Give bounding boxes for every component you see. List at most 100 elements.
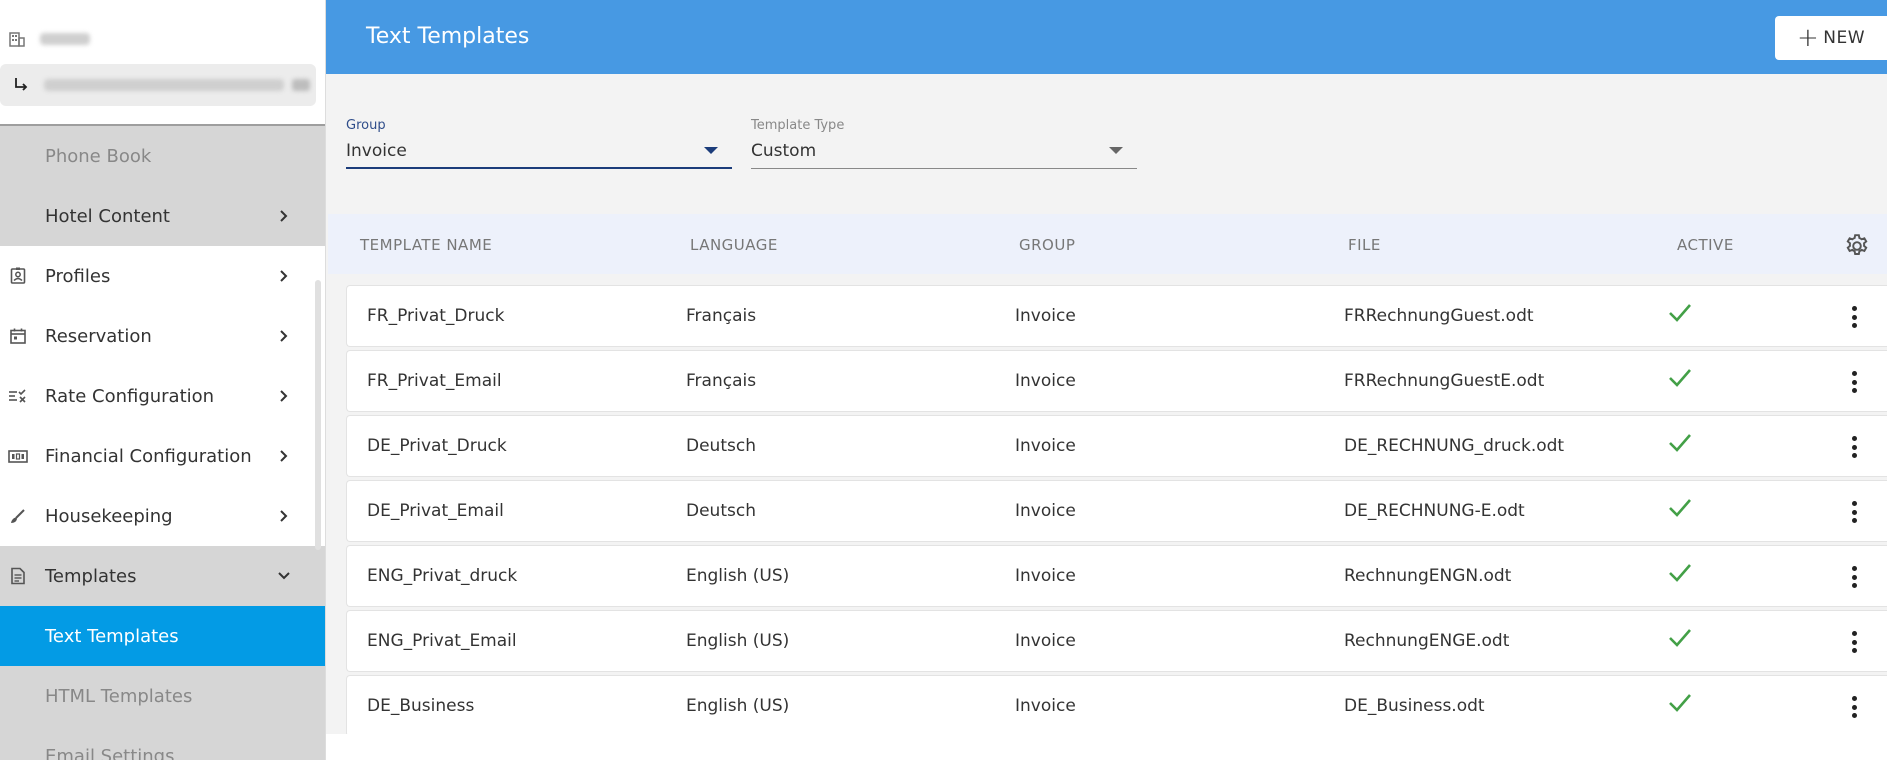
sidebar-item-label: Phone Book — [45, 145, 152, 167]
template-table-body: FR_Privat_Druck Français Invoice FRRechn… — [346, 285, 1887, 740]
sidebar-item-label: Templates — [45, 565, 137, 587]
sidebar-item-label: Profiles — [45, 265, 111, 287]
cell-group: Invoice — [1015, 501, 1076, 521]
document-icon — [8, 566, 28, 586]
table-row[interactable]: ENG_Privat_Email English (US) Invoice Re… — [346, 610, 1887, 672]
sidebar-item-hotel-content[interactable]: Hotel Content — [0, 186, 325, 246]
chevron-right-icon — [276, 328, 292, 344]
template-type-select-value-box[interactable]: Custom — [751, 141, 1137, 169]
sidebar-item-templates[interactable]: Templates — [0, 546, 325, 606]
table-footer-strip — [326, 734, 1887, 760]
table-row[interactable]: DE_Privat_Druck Deutsch Invoice DE_RECHN… — [346, 415, 1887, 477]
sidebar-item-housekeeping[interactable]: Housekeeping — [0, 486, 325, 546]
cell-language: Français — [686, 371, 757, 391]
group-select-value-box[interactable]: Invoice — [346, 141, 732, 169]
sidebar-item-reservation[interactable]: Reservation — [0, 306, 325, 366]
more-vert-icon[interactable] — [1851, 436, 1857, 458]
column-header-active[interactable]: ACTIVE — [1677, 236, 1734, 254]
sidebar-item-label: Rate Configuration — [45, 385, 215, 407]
sidebar-item-label: Housekeeping — [45, 505, 173, 527]
building-icon — [8, 30, 26, 48]
cell-language: English (US) — [686, 566, 790, 586]
sidebar-item-email-settings[interactable]: Email Settings — [0, 726, 325, 760]
dropdown-arrow-icon — [1109, 147, 1123, 154]
chevron-right-icon — [276, 208, 292, 224]
chevron-right-icon — [276, 448, 292, 464]
more-vert-icon[interactable] — [1851, 696, 1857, 718]
cell-group: Invoice — [1015, 306, 1076, 326]
more-vert-icon[interactable] — [1851, 501, 1857, 523]
table-row[interactable]: FR_Privat_Email Français Invoice FRRechn… — [346, 350, 1887, 412]
check-icon — [1667, 365, 1693, 391]
profile-badge-icon — [8, 266, 28, 286]
column-header-template-name[interactable]: TEMPLATE NAME — [360, 236, 492, 254]
table-row[interactable]: DE_Privat_Email Deutsch Invoice DE_RECHN… — [346, 480, 1887, 542]
cell-language: Français — [686, 306, 757, 326]
template-type-select-value: Custom — [751, 141, 817, 161]
sidebar-item-phone-book[interactable]: Phone Book — [0, 126, 325, 186]
table-row[interactable]: ENG_Privat_druck English (US) Invoice Re… — [346, 545, 1887, 607]
cell-template-name: FR_Privat_Email — [367, 371, 502, 391]
sub-property-selector[interactable] — [0, 64, 316, 106]
new-template-button[interactable]: + NEW — [1775, 16, 1887, 60]
cell-template-name: DE_Privat_Email — [367, 501, 504, 521]
cell-template-name: DE_Business — [367, 696, 475, 716]
more-vert-icon[interactable] — [1851, 566, 1857, 588]
cell-file: RechnungENGE.odt — [1344, 631, 1510, 651]
more-vert-icon[interactable] — [1851, 631, 1857, 653]
subdirectory-arrow-icon — [12, 76, 30, 94]
check-icon — [1667, 300, 1693, 326]
money-icon — [8, 446, 28, 466]
table-header: TEMPLATE NAME LANGUAGE GROUP FILE ACTIVE — [328, 214, 1887, 274]
cell-file: FRRechnungGuestE.odt — [1344, 371, 1545, 391]
cell-file: RechnungENGN.odt — [1344, 566, 1512, 586]
property-name-redacted — [40, 33, 90, 45]
more-vert-icon[interactable] — [1851, 371, 1857, 393]
column-header-file[interactable]: FILE — [1348, 236, 1381, 254]
cell-file: DE_Business.odt — [1344, 696, 1485, 716]
sidebar-scrollbar[interactable] — [315, 280, 321, 550]
cell-group: Invoice — [1015, 436, 1076, 456]
cell-file: DE_RECHNUNG_druck.odt — [1344, 436, 1565, 456]
table-row[interactable]: DE_Business English (US) Invoice DE_Busi… — [346, 675, 1887, 737]
cell-language: English (US) — [686, 631, 790, 651]
cell-template-name: FR_Privat_Druck — [367, 306, 505, 326]
sidebar-item-html-templates[interactable]: HTML Templates — [0, 666, 325, 726]
sidebar-item-label: Email Settings — [45, 745, 175, 760]
template-type-select[interactable]: Template Type Custom — [751, 118, 1137, 169]
check-icon — [1667, 560, 1693, 586]
chevron-right-icon — [276, 508, 292, 524]
cell-group: Invoice — [1015, 371, 1076, 391]
sidebar-item-label: Text Templates — [45, 625, 179, 647]
brush-icon — [8, 506, 28, 526]
cell-template-name: DE_Privat_Druck — [367, 436, 507, 456]
sidebar-item-financial-configuration[interactable]: Financial Configuration — [0, 426, 325, 486]
column-header-language[interactable]: LANGUAGE — [690, 236, 778, 254]
calendar-icon — [8, 326, 28, 346]
cell-language: Deutsch — [686, 436, 756, 456]
sidebar-item-label: Hotel Content — [45, 205, 170, 227]
sidebar-item-profiles[interactable]: Profiles — [0, 246, 325, 306]
sidebar-item-rate-configuration[interactable]: Rate Configuration — [0, 366, 325, 426]
sub-property-badge-redacted — [292, 79, 310, 91]
more-vert-icon[interactable] — [1851, 306, 1857, 328]
table-row[interactable]: FR_Privat_Druck Français Invoice FRRechn… — [346, 285, 1887, 347]
check-icon — [1667, 430, 1693, 456]
group-select[interactable]: Group Invoice — [346, 118, 732, 169]
cell-language: English (US) — [686, 696, 790, 716]
sidebar-item-text-templates[interactable]: Text Templates — [0, 606, 325, 666]
check-icon — [1667, 625, 1693, 651]
cell-template-name: ENG_Privat_druck — [367, 566, 518, 586]
property-selector[interactable] — [0, 18, 325, 60]
column-header-group[interactable]: GROUP — [1019, 236, 1075, 254]
chevron-right-icon — [276, 388, 292, 404]
chevron-right-icon — [276, 268, 292, 284]
chevron-down-icon — [276, 568, 292, 584]
sidebar: Phone Book Hotel Content Profiles Reserv… — [0, 0, 326, 760]
check-icon — [1667, 495, 1693, 521]
template-type-select-label: Template Type — [751, 118, 845, 133]
dropdown-arrow-icon — [704, 147, 718, 154]
cell-file: DE_RECHNUNG-E.odt — [1344, 501, 1525, 521]
gear-icon[interactable] — [1844, 233, 1870, 259]
page-header: Text Templates + NEW — [326, 0, 1887, 74]
